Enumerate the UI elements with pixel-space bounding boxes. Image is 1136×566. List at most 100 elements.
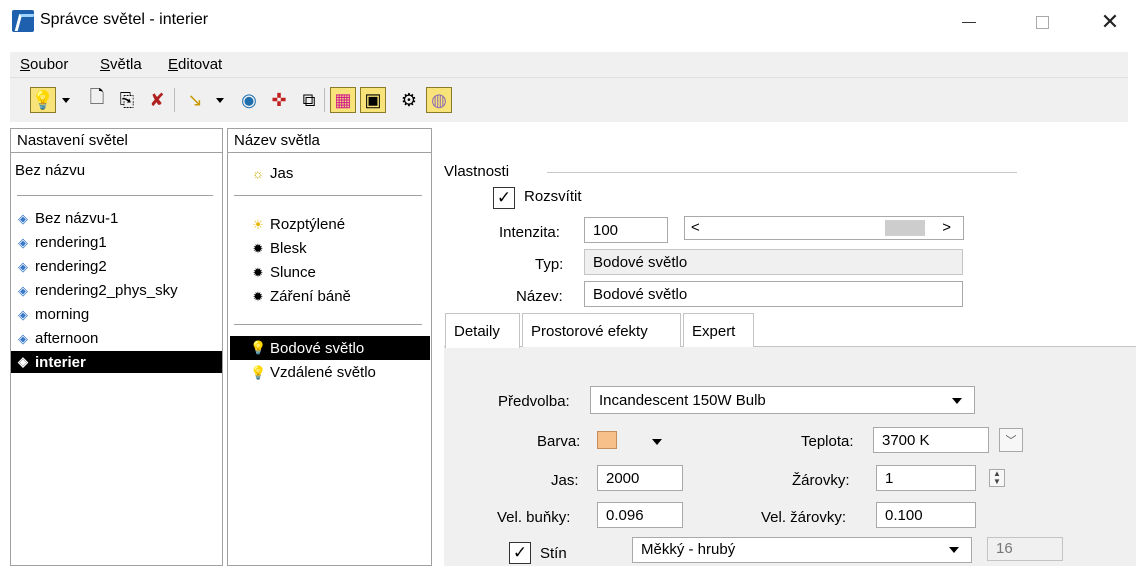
app-icon [12, 10, 34, 32]
distant-light-icon: 💡 [250, 364, 267, 380]
brightness-icon: ☼ [252, 166, 264, 181]
cell-size-input[interactable]: 0.096 [597, 502, 683, 528]
light-view-icon[interactable]: ▣ [360, 87, 386, 113]
delete-icon[interactable]: ✘ [144, 87, 170, 113]
minimize-button[interactable] [943, 0, 995, 44]
details-panel [444, 347, 1136, 566]
shadow-checkbox[interactable]: ✓ [509, 542, 531, 564]
scroll-left-icon[interactable]: < [691, 219, 700, 236]
color-label: Barva: [537, 433, 581, 450]
setup-icon: ◈ [18, 354, 28, 369]
settings-icon[interactable]: ⚙ [396, 87, 422, 113]
scroll-right-icon[interactable]: > [942, 219, 951, 236]
minimize-icon [962, 21, 976, 23]
window-icon[interactable]: ⧉ [296, 87, 322, 113]
list-item-selected[interactable]: 💡 Bodové světlo [230, 336, 430, 360]
shadow-mode-select[interactable]: Měkký - hrubý [632, 537, 972, 563]
menu-editovat[interactable]: Editovat [168, 56, 222, 73]
setup-icon: ◈ [18, 306, 28, 322]
bulb-size-input[interactable]: 0.100 [876, 502, 976, 528]
list-item[interactable]: ✹ Slunce [250, 264, 316, 281]
tab-prostorove-efekty[interactable]: Prostorové efekty [522, 313, 681, 347]
properties-section-label: Vlastnosti [444, 163, 510, 180]
setup-icon: ◈ [18, 330, 28, 346]
list-item[interactable]: ◈ rendering1 [15, 234, 107, 251]
bulbs-label: Žárovky: [792, 472, 850, 489]
brightness-input[interactable]: 2000 [597, 465, 683, 491]
close-button[interactable]: ✕ [1084, 0, 1136, 44]
menu-svetla[interactable]: Světla [100, 56, 142, 73]
list-item[interactable]: Bez názvu [15, 162, 85, 179]
temperature-input[interactable]: 3700 K [873, 427, 989, 453]
divider [547, 172, 1017, 173]
divider [234, 324, 422, 325]
list-item[interactable]: ☀ Rozptýlené [250, 216, 345, 233]
setup-icon: ◈ [18, 282, 28, 298]
list-item[interactable]: ◈ morning [15, 306, 89, 323]
intensity-input[interactable]: 100 [584, 217, 668, 243]
chevron-down-icon[interactable] [216, 98, 224, 103]
list-item[interactable]: ✹ Záření báně [250, 288, 351, 305]
enable-checkbox[interactable]: ✓ [493, 187, 515, 209]
tab-detaily[interactable]: Detaily [445, 313, 520, 348]
maximize-icon [1035, 15, 1049, 29]
bulbs-input[interactable]: 1 [876, 465, 976, 491]
grid-view-icon[interactable]: ▦ [330, 87, 356, 113]
color-swatch[interactable] [597, 431, 617, 449]
maximize-button[interactable] [1016, 0, 1068, 44]
tab-expert[interactable]: Expert [683, 313, 754, 347]
light-setups-header[interactable]: Nastavení světel [11, 129, 222, 153]
list-item[interactable]: ◈ rendering2_phys_sky [15, 282, 178, 299]
shadow-label: Stín [540, 545, 567, 562]
preset-select[interactable]: Incandescent 150W Bulb [590, 386, 975, 414]
chevron-down-icon: ﹀ [1005, 435, 1017, 447]
lights-pane: Název světla ☼ Jas ☀ Rozptýlené ✹ Blesk ✹ Sl… [227, 128, 432, 566]
name-label: Název: [516, 288, 563, 305]
chevron-down-icon [949, 547, 959, 553]
toolbar: 💡 🗋 ⎘ ✘ ↘ ◉ ✜ ⧉ ▦ ▣ ⚙ ◍ [10, 78, 1128, 122]
title-bar: Správce světel - interier ✕ [0, 0, 1136, 44]
cell-size-label: Vel. buňky: [497, 509, 571, 526]
new-icon[interactable]: 🗋 [84, 87, 110, 113]
compass-icon[interactable]: ✜ [266, 87, 292, 113]
shadow-samples-field: 16 [987, 537, 1063, 561]
bulbs-stepper[interactable]: ▲ ▼ [989, 469, 1005, 487]
setup-icon: ◈ [18, 258, 28, 274]
close-icon: ✕ [1100, 9, 1120, 34]
enable-label: Rozsvítit [524, 188, 582, 205]
list-item[interactable]: ✹ Blesk [250, 240, 307, 257]
chevron-down-icon[interactable] [62, 98, 70, 103]
ambient-icon: ☀ [252, 216, 264, 232]
light-bulb-icon[interactable]: 💡 [30, 87, 56, 113]
intensity-slider[interactable]: < > [684, 216, 964, 240]
menu-soubor[interactable]: Soubor [20, 56, 68, 73]
point-light-icon: 💡 [250, 340, 267, 355]
temperature-dropdown-button[interactable]: ﹀ [999, 428, 1023, 452]
divider [17, 195, 213, 196]
preset-label: Předvolba: [498, 393, 570, 410]
list-item[interactable]: ◈ Bez názvu-1 [15, 210, 118, 227]
sky-light-icon: ✹ [252, 288, 264, 304]
list-item[interactable]: ◈ rendering2 [15, 258, 107, 275]
setup-icon: ◈ [18, 234, 28, 250]
light-setups-pane: Nastavení světel Bez názvu ◈ Bez názvu-1 … [10, 128, 223, 566]
sky-icon[interactable]: ◍ [426, 87, 452, 113]
lights-header[interactable]: Název světla [228, 129, 431, 153]
chevron-down-icon[interactable] [652, 439, 662, 445]
sun-icon: ✹ [252, 264, 264, 280]
list-item-selected[interactable]: ◈ interier [11, 351, 222, 373]
type-label: Typ: [535, 256, 564, 273]
list-item[interactable]: 💡 Vzdálené světlo [250, 364, 376, 381]
divider [234, 195, 422, 196]
copy-icon[interactable]: ⎘ [114, 87, 140, 113]
chevron-down-icon [952, 398, 962, 404]
window-title: Správce světel - interier [40, 11, 209, 28]
spot-light-icon[interactable]: ↘ [182, 87, 208, 113]
list-item[interactable]: ◈ afternoon [15, 330, 98, 347]
list-item[interactable]: ☼ Jas [250, 165, 293, 182]
slider-thumb[interactable] [885, 220, 925, 236]
type-field: Bodové světlo [584, 249, 963, 275]
bulb-size-label: Vel. žárovky: [761, 509, 847, 526]
globe-icon[interactable]: ◉ [236, 87, 262, 113]
name-input[interactable]: Bodové světlo [584, 281, 963, 307]
